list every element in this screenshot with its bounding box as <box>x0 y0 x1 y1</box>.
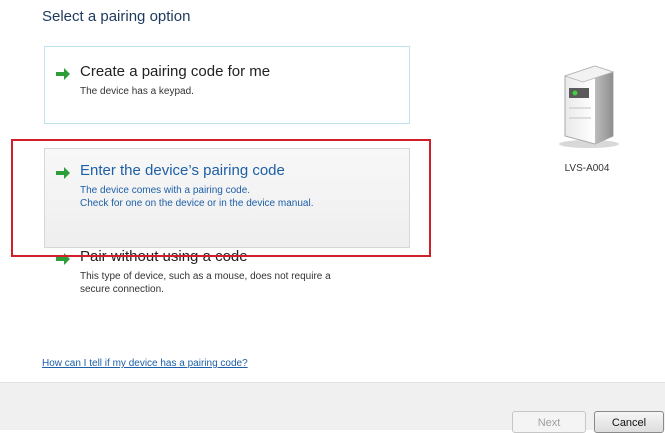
option-pair-without-code[interactable]: Pair without using a code This type of d… <box>44 248 410 320</box>
printer-device-icon <box>559 65 619 148</box>
option-description: The device comes with a pairing code. Ch… <box>80 185 314 209</box>
dialog-footer: Next Cancel <box>0 382 665 433</box>
cancel-button[interactable]: Cancel <box>594 411 664 433</box>
option-title: Create a pairing code for me <box>80 63 271 80</box>
dialog-heading: Select a pairing option <box>42 8 191 25</box>
green-arrow-icon <box>56 253 70 265</box>
option-description: This type of device, such as a mouse, do… <box>80 271 331 295</box>
green-arrow-icon <box>56 68 70 80</box>
option-title: Enter the device’s pairing code <box>80 162 285 179</box>
option-description: The device has a keypad. <box>80 86 194 97</box>
green-arrow-icon <box>56 167 70 179</box>
option-enter-device-pairing-code[interactable]: Enter the device’s pairing code The devi… <box>44 148 410 248</box>
help-link[interactable]: How can I tell if my device has a pairin… <box>42 358 248 369</box>
option-title: Pair without using a code <box>80 248 248 265</box>
option-create-pairing-code[interactable]: Create a pairing code for me The device … <box>44 46 410 124</box>
next-button[interactable]: Next <box>512 411 586 433</box>
device-name-label: LVS-A004 <box>564 163 610 174</box>
